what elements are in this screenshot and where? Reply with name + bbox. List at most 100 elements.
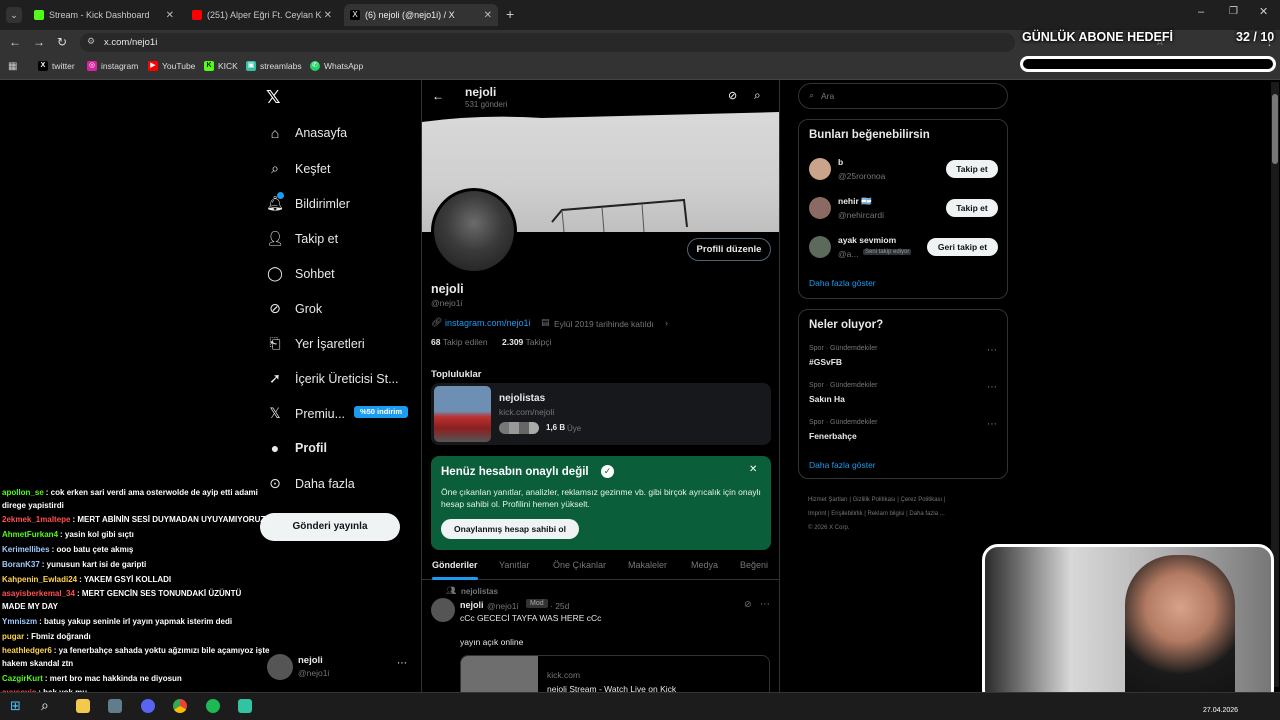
trend-item[interactable]: Spor · Gündemdekiler #GSvFB ⋯ [809,345,1004,377]
restore-icon[interactable]: ❐ [1229,6,1238,17]
profile-link[interactable]: instagram.com/nejo1i [445,318,531,328]
suggestion-name: ayak sevmiom [838,235,897,245]
close-tab-icon[interactable]: ✕ [166,10,174,21]
nav-profile[interactable]: ● Profil [266,440,327,456]
browser-tab-x[interactable]: X (6) nejoli (@nejo1i) / X ✕ [344,4,498,26]
bookmark-youtube[interactable]: ▶ YouTube [148,61,195,71]
search-box[interactable]: ⌕ Ara [798,83,1008,109]
nav-creator-studio[interactable]: ➚ İçerik Üreticisi St... [266,370,398,387]
footer-more[interactable]: Daha fazla ... [909,511,944,517]
nav-bookmarks[interactable]: ⎗ Yer İşaretleri [266,335,364,352]
chrome-icon[interactable] [173,699,187,713]
bookmark-streamlabs[interactable]: ▣ streamlabs [246,61,302,71]
nav-home[interactable]: ⌂ Anasayfa [266,125,347,141]
follow-back-button[interactable]: Geri takip et [927,238,998,256]
back-arrow-icon[interactable]: ← [432,89,444,103]
bookmark-instagram[interactable]: ◎ instagram [87,61,138,71]
show-more-link[interactable]: Daha fazla göster [809,278,876,288]
profile-joined[interactable]: Eylül 2019 tarihinde katıldı [554,319,654,329]
grok-summary-icon[interactable]: ⊘ [728,89,737,102]
follow-button[interactable]: Takip et [946,199,998,217]
suggestion-item[interactable]: nehir 🇦🇷 @nehircardi Takip et [809,195,1004,227]
suggestion-item[interactable]: b @25roronoa Takip et [809,156,1004,188]
post-author-name[interactable]: nejoli [460,600,484,610]
site-info-icon[interactable]: ⚙ [87,36,95,47]
trend-item[interactable]: Spor · Gündemdekiler Fenerbahçe ⋯ [809,419,1004,451]
browser-tab-strip: ⌄ Stream - Kick Dashboard ✕ (251) Alper … [0,0,1280,30]
grok-post-icon[interactable]: ⊘ [744,599,752,610]
scrollbar-thumb[interactable] [1272,94,1278,164]
footer-terms[interactable]: Hizmet Şartları [808,497,848,503]
bookmark-whatsapp[interactable]: ✆ WhatsApp [310,61,363,71]
app-icon[interactable] [108,699,122,713]
x-logo-icon[interactable]: 𝕏 [266,87,281,108]
profile-post-count: 531 gönderi [465,100,508,109]
url-field[interactable]: ⚙ x.com/nejo1i [80,33,1015,52]
search-profile-icon[interactable]: ⌕ [754,88,761,103]
tab-replies[interactable]: Yanıtlar [499,560,529,570]
edit-profile-button[interactable]: Profili düzenle [687,238,771,261]
apps-grid-icon[interactable]: ▦ [8,61,17,72]
premium-discount-badge: %50 indirim [354,406,408,418]
follow-button[interactable]: Takip et [946,160,998,178]
footer-ads-info[interactable]: Reklam bilgisi [868,511,905,517]
following-count-link[interactable]: 68 Takip edilen [431,337,488,347]
discord-icon[interactable] [141,699,155,713]
footer-cookies[interactable]: Çerez Politikası [901,497,943,503]
more-dots-icon[interactable]: ⋯ [397,658,407,669]
verify-banner: Henüz hesabın onaylı değil ✓ ✕ Öne çıkan… [431,456,771,550]
start-icon[interactable]: ⊞ [10,698,21,714]
followers-count-link[interactable]: 2.309 Takipçi [502,337,551,347]
tab-articles[interactable]: Makaleler [628,560,667,570]
tab-likes[interactable]: Beğeni [740,560,768,570]
streamlabs-taskbar-icon[interactable] [238,699,252,713]
new-tab-icon[interactable]: + [506,6,514,22]
close-window-icon[interactable]: ✕ [1259,5,1268,18]
bookmark-kick[interactable]: K KICK [204,61,238,71]
nav-chat[interactable]: ◯ Sohbet [266,265,334,282]
suggestion-item[interactable]: ayak sevmiom @a... Seni takip ediyor Ger… [809,234,1004,266]
tab-highlights[interactable]: Öne Çıkanlar [553,560,606,570]
community-card[interactable]: nejolistas kick.com/nejoli 1,6 B Üye [431,383,771,445]
footer-privacy[interactable]: Gizlilik Politikası [853,497,896,503]
nav-explore[interactable]: ⌕ Keşfet [266,160,330,177]
close-tab-icon[interactable]: ✕ [484,10,492,21]
chat-message: hakem skandal ztn [2,659,73,668]
nav-follow[interactable]: 👤︎ Takip et [266,230,338,247]
nav-more[interactable]: ⊙ Daha fazla [266,475,355,492]
trend-more-icon[interactable]: ⋯ [987,345,997,356]
search-taskbar-icon[interactable]: ⌕ [41,697,49,714]
footer-imprint[interactable]: Imprint [808,511,826,517]
reload-icon[interactable]: ↻ [57,35,67,49]
trend-more-icon[interactable]: ⋯ [987,382,997,393]
profile-avatar[interactable] [431,188,517,274]
spotify-icon[interactable] [206,699,220,713]
minimize-icon[interactable]: – [1198,6,1204,18]
verify-cta-button[interactable]: Onaylanmış hesap sahibi ol [441,519,579,539]
post[interactable]: 👥︎ nejolistas nejoli @nejo1i Mod · 25d ⊘… [422,583,779,692]
tab-search-icon[interactable]: ⌄ [6,7,22,23]
bookmark-twitter[interactable]: Xtwitter [38,61,75,71]
trend-item[interactable]: Spor · Gündemdekiler Sakın Ha ⋯ [809,382,1004,414]
post-avatar[interactable] [431,598,455,622]
back-icon[interactable]: ← [9,35,21,49]
trend-more-icon[interactable]: ⋯ [987,419,997,430]
browser-tab-kick[interactable]: Stream - Kick Dashboard ✕ [28,4,180,26]
close-banner-icon[interactable]: ✕ [749,464,757,475]
forward-icon[interactable]: → [33,35,45,49]
link-card[interactable]: kick.com nejoli Stream - Watch Live on K… [460,655,770,692]
show-more-trends-link[interactable]: Daha fazla göster [809,460,876,470]
footer-accessibility[interactable]: Erişilebilirlik [831,511,862,517]
browser-tab-youtube[interactable]: (251) Alper Eğri Ft. Ceylan Koyn ✕ [186,4,338,26]
post-more-icon[interactable]: ⋯ [760,599,770,610]
tab-posts[interactable]: Gönderiler [432,560,478,570]
post-button[interactable]: Gönderi yayınla [260,513,400,541]
nav-premium[interactable]: 𝕏 Premiu... [266,405,345,422]
taskbar-date[interactable]: 27.04.2026 [1203,707,1238,714]
nav-grok[interactable]: ⊘ Grok [266,300,322,317]
file-explorer-icon[interactable] [76,699,90,713]
account-switcher[interactable]: nejoli @nejo1i ⋯ [264,652,414,682]
close-tab-icon[interactable]: ✕ [324,10,332,21]
community-url: kick.com/nejoli [499,407,555,417]
tab-media[interactable]: Medya [691,560,718,570]
